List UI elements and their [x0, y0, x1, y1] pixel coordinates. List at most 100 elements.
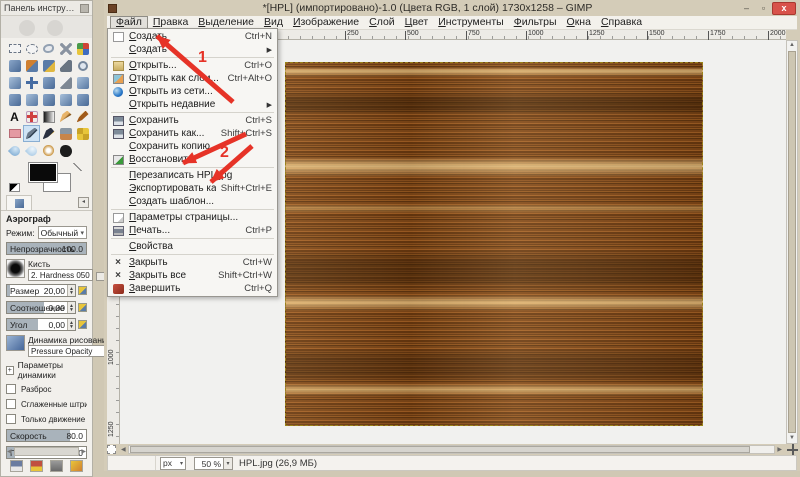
mode-select[interactable]: Обычный ▾	[38, 226, 87, 239]
smooth-stroke-checkbox[interactable]	[6, 399, 16, 409]
brush-preview-icon[interactable]	[6, 259, 25, 278]
dock-menu-icon[interactable]: ◂	[78, 197, 89, 208]
jitter-checkbox[interactable]	[6, 384, 16, 394]
hscroll-thumb[interactable]	[130, 446, 750, 453]
rate-slider[interactable]: Скорость 80.0	[6, 429, 87, 442]
toolbox-titlebar[interactable]: Панель инструме...	[1, 1, 92, 16]
tool-text[interactable]: A	[6, 108, 23, 125]
menu-item-save-as[interactable]: Сохранить как... Shift+Ctrl+S	[108, 127, 277, 140]
tool-smudge[interactable]	[23, 142, 40, 159]
scroll-up-icon[interactable]: ▲	[789, 41, 795, 50]
menu-item-close-all[interactable]: × Закрыть все Shift+Ctrl+W	[108, 269, 277, 282]
menu-item-new[interactable]: Создать Ctrl+N	[108, 30, 277, 43]
tool-clone[interactable]	[57, 125, 74, 142]
tool-shear[interactable]	[23, 91, 40, 108]
smooth-stroke-checkbox-row[interactable]: Сглаженные штрихи	[6, 399, 87, 409]
menu-item-open[interactable]: Открыть... Ctrl+O	[108, 59, 277, 72]
tool-free-select[interactable]	[40, 40, 57, 57]
minimize-button[interactable]: –	[738, 2, 755, 15]
tool-zoom[interactable]	[74, 57, 91, 74]
tool-gradient[interactable]	[40, 108, 57, 125]
menu-item-open-recent[interactable]: Открыть недавние ▶	[108, 98, 277, 111]
tool-move[interactable]	[23, 74, 40, 91]
restore-preset-icon[interactable]	[30, 460, 43, 472]
tool-color-picker[interactable]	[57, 57, 74, 74]
menu-item-export-as[interactable]: Экспортировать как... Shift+Ctrl+E	[108, 182, 277, 195]
zoom-dropdown-icon[interactable]: ▾	[224, 457, 233, 470]
tool-cage-transform[interactable]	[74, 91, 91, 108]
size-slider[interactable]: Размер 20,00 ▲▼	[6, 284, 76, 297]
menu-item-overwrite[interactable]: Перезаписать HPL.jpg	[108, 169, 277, 182]
tool-select-by-color[interactable]	[74, 40, 91, 57]
aspect-ratio-slider[interactable]: Соотношение сто... 0,00 ▲▼	[6, 301, 76, 314]
scroll-left-icon[interactable]: ◀	[119, 446, 128, 453]
angle-dynamics-icon[interactable]	[78, 320, 87, 329]
menu-layer[interactable]: Слой	[364, 16, 400, 29]
maximize-button[interactable]: ▫	[755, 2, 772, 15]
zoom-input[interactable]: 50 %	[194, 457, 224, 470]
menu-item-create-template[interactable]: Создать шаблон...	[108, 195, 277, 208]
vertical-scrollbar[interactable]: ▲ ▼	[786, 40, 798, 444]
menu-tools[interactable]: Инструменты	[433, 16, 508, 29]
scroll-down-icon[interactable]: ▼	[789, 434, 795, 443]
menu-item-print[interactable]: Печать... Ctrl+P	[108, 224, 277, 237]
tool-measure[interactable]	[6, 74, 23, 91]
tool-rotate[interactable]	[74, 74, 91, 91]
menu-item-page-setup[interactable]: Параметры страницы...	[108, 211, 277, 224]
menu-item-properties[interactable]: Свойства	[108, 240, 277, 253]
menu-item-revert[interactable]: Восстановить	[108, 153, 277, 166]
menu-item-quit[interactable]: Завершить Ctrl+Q	[108, 282, 277, 295]
quick-mask-icon[interactable]	[107, 445, 116, 454]
motion-only-checkbox-row[interactable]: Только движение	[6, 414, 87, 424]
delete-preset-icon[interactable]	[50, 460, 63, 472]
size-spinner[interactable]: ▲▼	[67, 285, 75, 296]
menu-item-open-as-layers[interactable]: Открыть как слои... Ctrl+Alt+O	[108, 72, 277, 85]
tool-heal[interactable]	[23, 108, 40, 125]
close-button[interactable]: x	[772, 2, 796, 15]
menu-image[interactable]: Изображение	[288, 16, 364, 29]
jitter-checkbox-row[interactable]: Разброс	[6, 384, 87, 394]
dynamics-options-expander[interactable]: + Параметры динамики	[6, 360, 87, 380]
tool-paintbrush[interactable]	[74, 108, 91, 125]
tool-bucket-fill[interactable]	[23, 57, 40, 74]
menu-colors[interactable]: Цвет	[400, 16, 434, 29]
horizontal-scrollbar[interactable]	[128, 445, 776, 454]
angle-slider[interactable]: Угол 0,00 ▲▼	[6, 318, 76, 331]
menu-filters[interactable]: Фильтры	[509, 16, 562, 29]
navigation-pan-icon[interactable]	[787, 444, 798, 455]
tool-scissors-select[interactable]	[57, 40, 74, 57]
dynamics-name-field[interactable]: Pressure Opacity	[28, 345, 111, 357]
tool-align[interactable]	[40, 74, 57, 91]
tool-color[interactable]	[57, 142, 74, 159]
size-dynamics-icon[interactable]	[78, 286, 87, 295]
menu-item-open-location[interactable]: Открыть из сети...	[108, 85, 277, 98]
tool-airbrush[interactable]	[23, 125, 40, 142]
motion-only-checkbox[interactable]	[6, 414, 16, 424]
scroll-right-icon[interactable]: ▶	[79, 448, 88, 455]
tool-flip[interactable]	[57, 91, 74, 108]
tool-blend[interactable]	[40, 57, 57, 74]
menu-help[interactable]: Справка	[596, 16, 647, 29]
vscroll-thumb[interactable]	[788, 51, 796, 433]
tool-crop[interactable]	[57, 74, 74, 91]
menu-item-close[interactable]: × Закрыть Ctrl+W	[108, 256, 277, 269]
aspect-spinner[interactable]: ▲▼	[67, 302, 75, 313]
toolbox-scrollbar[interactable]: ◀ ▶	[5, 447, 88, 456]
menu-item-save-copy[interactable]: Сохранить копию...	[108, 140, 277, 153]
reset-icon[interactable]	[70, 460, 83, 472]
tool-ellipse-select[interactable]	[23, 40, 40, 57]
tool-blur-sharpen[interactable]	[6, 142, 23, 159]
angle-spinner[interactable]: ▲▼	[67, 319, 75, 330]
scroll-left-icon[interactable]: ◀	[5, 448, 14, 455]
aspect-dynamics-icon[interactable]	[78, 303, 87, 312]
scroll-right-icon[interactable]: ▶	[775, 446, 784, 453]
tool-scale[interactable]	[6, 91, 23, 108]
tool-ink[interactable]	[40, 125, 57, 142]
toolbox-close-icon[interactable]	[80, 4, 89, 13]
brush-name-field[interactable]: 2. Hardness 050	[28, 269, 93, 281]
swap-colors-icon[interactable]	[73, 163, 82, 171]
tool-pencil[interactable]	[57, 108, 74, 125]
menu-item-save[interactable]: Сохранить Ctrl+S	[108, 114, 277, 127]
save-preset-icon[interactable]	[10, 460, 23, 472]
tool-perspective[interactable]	[40, 91, 57, 108]
